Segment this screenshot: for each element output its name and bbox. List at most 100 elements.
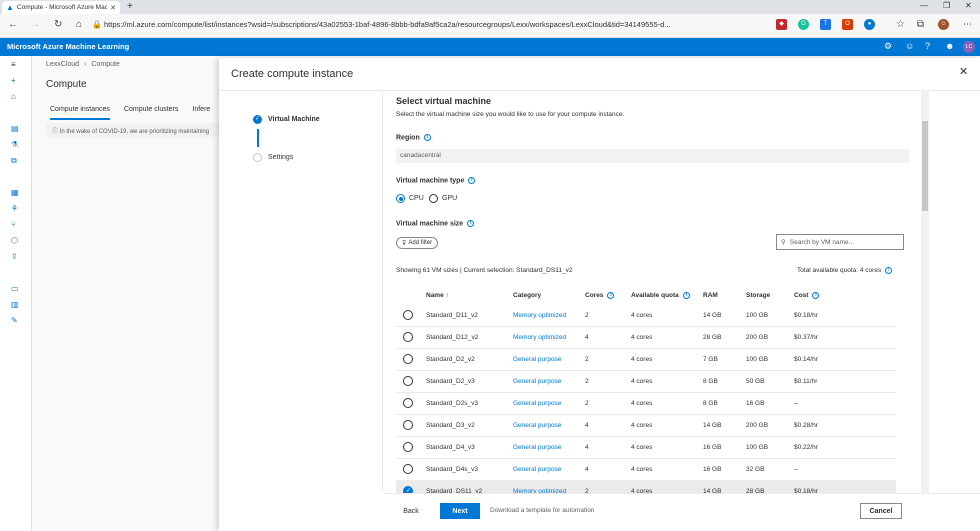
radio-unselected-icon[interactable] xyxy=(403,464,413,474)
table-row[interactable]: Standard_D2_v2 General purpose 2 4 cores 7 G… xyxy=(396,349,896,371)
cell-quota: 4 cores xyxy=(631,334,653,341)
col-name[interactable]: Name ↑ xyxy=(426,292,449,299)
new-tab-icon[interactable]: + xyxy=(127,1,133,12)
download-template-link[interactable]: Download a template for automation xyxy=(490,507,594,514)
table-row[interactable]: Standard_D2s_v3 General purpose 2 4 cores 8 … xyxy=(396,393,896,415)
table-row[interactable]: Standard_DS11_v2Memory optimized24 cores… xyxy=(396,481,896,493)
table-row[interactable]: Standard_D4_v3 General purpose 4 4 cores 16 … xyxy=(396,437,896,459)
tab-compute-clusters[interactable]: Compute clusters xyxy=(124,106,178,120)
col-storage[interactable]: Storage xyxy=(746,292,770,299)
radio-unselected-icon[interactable] xyxy=(403,420,413,430)
smiley-icon[interactable]: ☻ xyxy=(945,41,954,51)
cell-ram: 7 GB xyxy=(703,356,718,363)
breadcrumb-compute[interactable]: Compute xyxy=(91,61,119,68)
table-row[interactable]: Standard_D2_v3 General purpose 2 4 cores 8 G… xyxy=(396,371,896,393)
profile-icon[interactable]: ☺ xyxy=(938,19,949,30)
office-icon[interactable]: O xyxy=(842,19,853,30)
step-virtual-machine[interactable]: ✓ Virtual Machine xyxy=(253,115,320,124)
cell-category[interactable]: General purpose xyxy=(513,444,561,451)
favorites-icon[interactable]: ☆ xyxy=(895,19,906,30)
automl-icon[interactable]: ⚗ xyxy=(11,140,18,149)
cell-category[interactable]: General purpose xyxy=(513,466,561,473)
hamburger-menu-icon[interactable]: ≡ xyxy=(11,60,16,69)
col-quota[interactable]: Available quota i xyxy=(631,292,690,299)
extension-icon[interactable]: ● xyxy=(864,19,875,30)
radio-unselected-icon[interactable] xyxy=(403,398,413,408)
add-filter-label: Add filter xyxy=(408,240,433,246)
col-ram[interactable]: RAM xyxy=(703,292,718,299)
radio-unselected-icon[interactable] xyxy=(403,442,413,452)
table-row[interactable]: Standard_D4s_v3 General purpose 4 4 cores 16… xyxy=(396,459,896,481)
cell-category[interactable]: General purpose xyxy=(513,422,561,429)
radio-unselected-icon[interactable] xyxy=(403,332,413,342)
brave-shield-icon[interactable]: ◆ xyxy=(776,19,787,30)
maximize-icon[interactable]: ❐ xyxy=(943,1,950,10)
cell-category[interactable]: General purpose xyxy=(513,356,561,363)
minimize-icon[interactable]: — xyxy=(920,1,928,10)
info-icon[interactable]: i xyxy=(467,220,475,227)
compute-icon[interactable]: ▭ xyxy=(11,284,19,293)
user-avatar[interactable]: LC xyxy=(963,41,975,53)
labeling-icon[interactable]: ✎ xyxy=(11,316,18,325)
plus-icon[interactable]: + xyxy=(11,76,16,85)
settings-gear-icon[interactable]: ⚙ xyxy=(884,41,892,52)
collections-icon[interactable]: ⧉ xyxy=(915,19,926,30)
pipelines-icon[interactable]: ⑂ xyxy=(11,220,16,229)
radio-unselected-icon[interactable] xyxy=(403,376,413,386)
experiments-icon[interactable]: ⚘ xyxy=(11,204,18,213)
radio-unselected-icon[interactable] xyxy=(403,310,413,320)
tab-compute-instances[interactable]: Compute instances xyxy=(50,106,110,120)
window-close-icon[interactable]: ✕ xyxy=(965,1,972,10)
app-brand[interactable]: Microsoft Azure Machine Learning xyxy=(7,42,129,51)
browser-tab[interactable]: ▲ Compute - Microsoft Azure Mac ✕ xyxy=(2,1,120,14)
grammarly-icon[interactable]: G xyxy=(798,19,809,30)
endpoints-icon[interactable]: ⇪ xyxy=(11,252,18,261)
col-cost[interactable]: Cost i xyxy=(794,292,820,299)
content-scrollbar[interactable] xyxy=(921,91,929,493)
designer-icon[interactable]: ⧉ xyxy=(11,156,17,166)
add-filter-button[interactable]: ⊽ Add filter xyxy=(396,237,439,249)
breadcrumb-workspace[interactable]: LexxCloud xyxy=(46,61,79,68)
close-tab-icon[interactable]: ✕ xyxy=(110,4,116,12)
home-nav-icon[interactable]: ⌂ xyxy=(11,92,16,101)
datastores-icon[interactable]: ▥ xyxy=(11,300,19,309)
cell-category[interactable]: General purpose xyxy=(513,400,561,407)
close-icon[interactable]: ✕ xyxy=(959,65,968,78)
tab-inference-clusters[interactable]: Infere xyxy=(192,106,210,120)
radio-gpu[interactable]: GPU xyxy=(429,194,457,203)
col-cores[interactable]: Cores i xyxy=(585,292,615,299)
cell-category[interactable]: Memory optimized xyxy=(513,334,566,341)
translate-icon[interactable]: T xyxy=(820,19,831,30)
notebooks-icon[interactable]: ▤ xyxy=(11,124,19,133)
col-category[interactable]: Category xyxy=(513,292,541,299)
more-menu-icon[interactable]: ⋯ xyxy=(962,19,973,30)
datasets-icon[interactable]: ▦ xyxy=(11,188,19,197)
cell-category[interactable]: Memory optimized xyxy=(513,312,566,319)
table-row[interactable]: Standard_D3_v2 General purpose 4 4 cores 14 … xyxy=(396,415,896,437)
cancel-button[interactable]: Cancel xyxy=(860,503,902,519)
vm-search-input[interactable]: ⚲ Search by VM name... xyxy=(776,234,904,250)
radio-cpu-label: CPU xyxy=(409,195,424,202)
info-icon[interactable]: i xyxy=(423,134,431,141)
scrollbar-thumb[interactable] xyxy=(922,121,928,211)
help-icon[interactable]: ? xyxy=(925,41,930,51)
radio-cpu[interactable]: CPU xyxy=(396,194,424,203)
back-arrow-icon[interactable]: ← xyxy=(8,19,18,30)
next-button[interactable]: Next xyxy=(440,503,480,519)
step-settings[interactable]: Settings xyxy=(253,153,293,162)
forward-arrow-icon[interactable]: → xyxy=(30,19,40,30)
models-icon[interactable]: ⬡ xyxy=(11,236,18,245)
back-button[interactable]: Back xyxy=(392,503,430,519)
table-row[interactable]: Standard_D12_v2 Memory optimized 4 4 cores 2… xyxy=(396,327,896,349)
home-icon[interactable]: ⌂ xyxy=(76,19,82,30)
cell-name: Standard_D2_v2 xyxy=(426,356,475,363)
radio-selected-icon[interactable] xyxy=(403,486,413,493)
table-row[interactable]: Standard_D11_v2 Memory optimized 2 4 cores 1… xyxy=(396,305,896,327)
refresh-icon[interactable]: ↻ xyxy=(54,19,62,30)
cell-category[interactable]: General purpose xyxy=(513,378,561,385)
info-icon[interactable]: i xyxy=(468,177,476,184)
url-field[interactable]: https://ml.azure.com/compute/list/instan… xyxy=(104,20,744,29)
feedback-icon[interactable]: ☺ xyxy=(905,41,914,51)
radio-unselected-icon[interactable] xyxy=(403,354,413,364)
info-icon[interactable]: i xyxy=(885,267,893,274)
